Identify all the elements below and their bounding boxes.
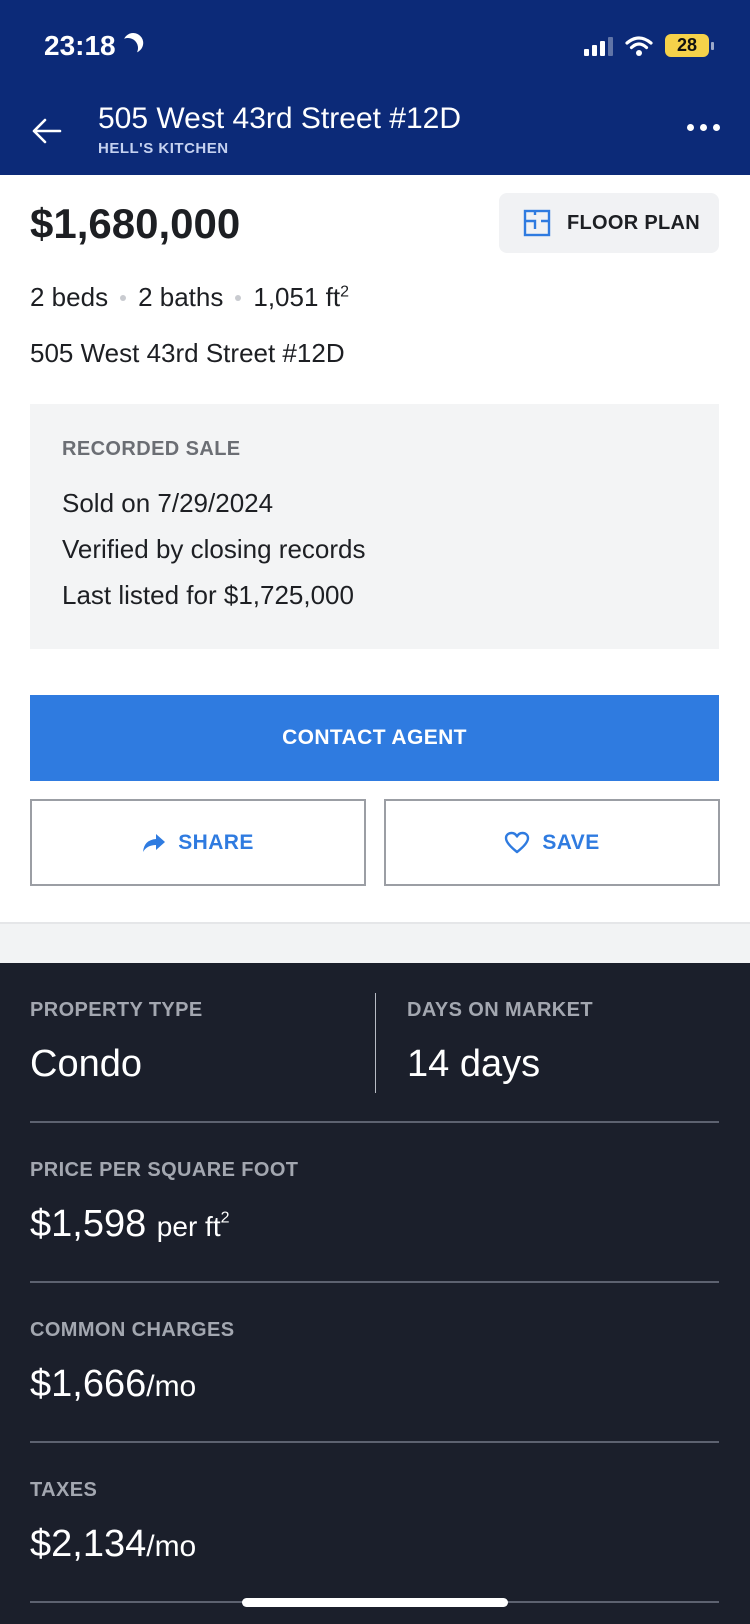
neighborhood-label: HELL'S KITCHEN [98, 140, 229, 157]
page-title: 505 West 43rd Street #12D [98, 102, 461, 135]
heart-icon [505, 831, 530, 853]
recorded-sale-card: RECORDED SALE Sold on 7/29/2024 Verified… [30, 404, 719, 649]
last-listed-text: Last listed for $1,725,000 [62, 580, 354, 610]
common-charges-amount: $1,666 [30, 1363, 147, 1405]
more-icon[interactable] [687, 124, 720, 131]
price-per-sqft-value: $1,598 per ft2 [30, 1203, 230, 1246]
home-indicator[interactable] [242, 1598, 508, 1607]
floor-plan-label: FLOOR PLAN [567, 211, 700, 234]
area-unit-superscript: 2 [340, 283, 350, 301]
listing-address: 505 West 43rd Street #12D [30, 338, 345, 368]
status-time-text: 23:18 [44, 30, 116, 61]
battery-level: 28 [665, 34, 709, 57]
taxes-amount: $2,134 [30, 1523, 147, 1565]
common-charges-label: COMMON CHARGES [30, 1319, 235, 1341]
baths-count: 2 baths [138, 282, 224, 312]
listing-price: $1,680,000 [30, 200, 241, 247]
area-value: 1,051 ft [253, 282, 341, 312]
separator-dot [120, 294, 127, 301]
app-header: 23:18 28 505 West 43rd Street #12D HELL'… [0, 0, 750, 175]
price-per-sqft-unit: per ft [156, 1211, 221, 1242]
section-divider [0, 922, 750, 963]
sold-on-text: Sold on 7/29/2024 [62, 488, 274, 518]
taxes-value: $2,134/mo [30, 1523, 196, 1566]
separator-dot [235, 294, 242, 301]
taxes-unit: /mo [146, 1530, 197, 1563]
wifi-icon [625, 35, 653, 56]
property-type-label: PROPERTY TYPE [30, 999, 203, 1021]
row-divider [30, 1281, 719, 1283]
price-per-sqft-label: PRICE PER SQUARE FOOT [30, 1159, 299, 1181]
save-label: SAVE [542, 830, 600, 854]
verified-text: Verified by closing records [62, 534, 366, 564]
beds-count: 2 beds [30, 282, 109, 312]
property-details-panel: PROPERTY TYPE Condo DAYS ON MARKET 14 da… [0, 963, 750, 1624]
floor-plan-icon [523, 209, 551, 237]
moon-icon [116, 36, 139, 59]
row-divider [30, 1121, 719, 1123]
days-on-market-label: DAYS ON MARKET [407, 999, 593, 1021]
taxes-label: TAXES [30, 1479, 98, 1501]
listing-specs: 2 beds 2 baths 1,051 ft2 [30, 282, 349, 313]
battery-icon: 28 [665, 34, 714, 57]
days-on-market-value: 14 days [407, 1043, 541, 1085]
property-type-value: Condo [30, 1043, 142, 1085]
price-per-sqft-unit-superscript: 2 [220, 1209, 230, 1227]
share-button[interactable]: SHARE [30, 799, 366, 886]
column-divider [375, 993, 376, 1093]
back-arrow-icon[interactable] [28, 113, 64, 149]
share-label: SHARE [178, 830, 254, 854]
price-per-sqft-amount: $1,598 [30, 1203, 147, 1245]
area-size: 1,051 ft2 [253, 282, 349, 313]
save-button[interactable]: SAVE [384, 799, 720, 886]
contact-agent-button[interactable]: CONTACT AGENT [30, 695, 719, 781]
floor-plan-button[interactable]: FLOOR PLAN [499, 193, 719, 253]
status-time: 23:18 [44, 30, 142, 62]
recorded-sale-title: RECORDED SALE [62, 438, 241, 460]
common-charges-value: $1,666/mo [30, 1363, 196, 1406]
share-icon [143, 833, 166, 852]
status-icons: 28 [584, 34, 714, 57]
row-divider [30, 1441, 719, 1443]
common-charges-unit: /mo [146, 1370, 197, 1403]
signal-icon [584, 36, 613, 56]
